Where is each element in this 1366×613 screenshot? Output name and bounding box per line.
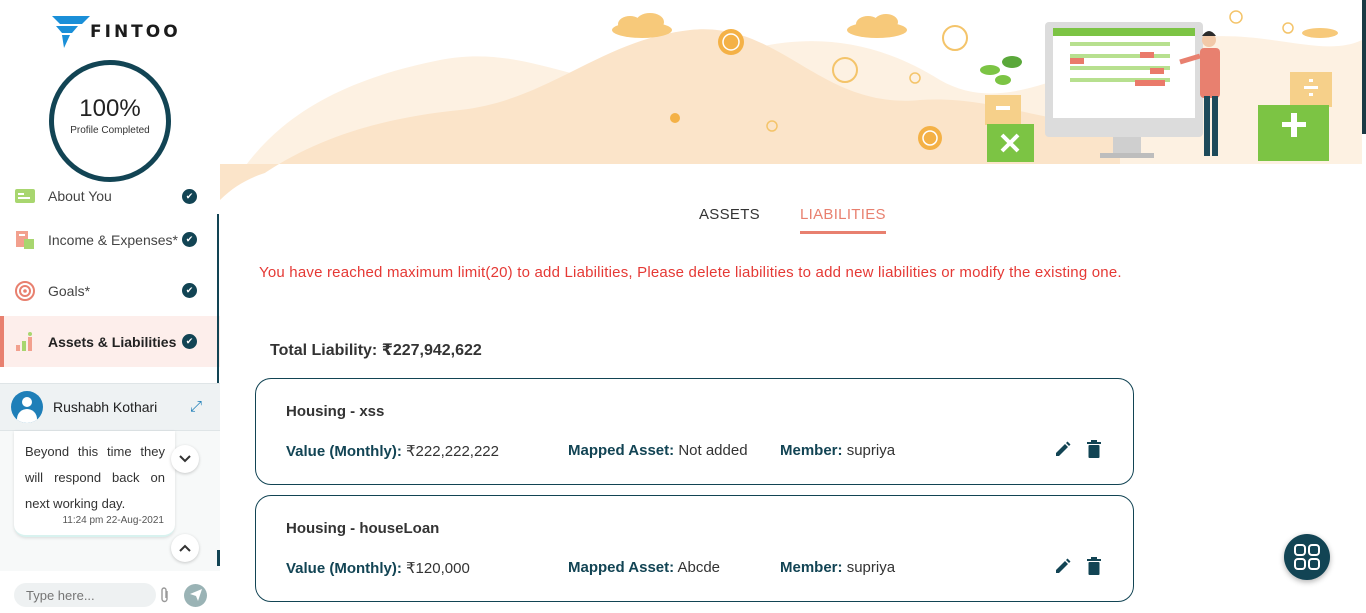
header-banner <box>220 0 1362 210</box>
page-scrollbar[interactable] <box>1362 0 1366 134</box>
liability-title: Housing - xss <box>286 403 385 420</box>
liability-member: Member: supriya <box>780 559 896 576</box>
sidebar: FINTOO 100% Profile Completed About You … <box>0 0 220 613</box>
quick-menu-button[interactable] <box>1284 534 1330 580</box>
assets-liabilities-icon <box>16 331 32 351</box>
divider <box>217 550 220 566</box>
chat-message-text: Beyond this time they will respond back … <box>25 444 165 511</box>
sidebar-item-about-you[interactable]: About You ✔ <box>0 178 220 214</box>
income-expenses-icon <box>16 230 34 249</box>
sidebar-item-label: Goals* <box>48 282 91 299</box>
liability-value: Value (Monthly): ₹222,222,222 <box>286 443 499 460</box>
chat-input-area <box>0 571 220 613</box>
liability-title: Housing - houseLoan <box>286 520 440 537</box>
sidebar-divider <box>217 214 219 384</box>
fintoo-logo-icon <box>52 16 90 48</box>
chat-header[interactable]: Rushabh Kothari ⤢ <box>0 383 220 431</box>
check-icon: ✔ <box>182 283 197 298</box>
profile-completion-ring: 100% Profile Completed <box>49 60 171 182</box>
liability-card[interactable]: Housing - xss Value (Monthly): ₹222,222,… <box>255 378 1134 485</box>
sidebar-item-label: Assets & Liabilities <box>48 333 177 350</box>
sidebar-item-assets-liabilities[interactable]: Assets & Liabilities ✔ <box>0 316 220 367</box>
paperclip-icon[interactable] <box>160 587 170 607</box>
tab-liabilities[interactable]: LIABILITIES <box>800 206 886 234</box>
check-icon: ✔ <box>182 232 197 247</box>
chat-agent-name: Rushabh Kothari <box>53 399 158 415</box>
check-icon: ✔ <box>182 188 197 204</box>
limit-warning: You have reached maximum limit(20) to ad… <box>259 264 1122 281</box>
sidebar-item-income-expenses[interactable]: Income & Expenses* ✔ <box>0 214 220 265</box>
liability-value: Value (Monthly): ₹120,000 <box>286 560 470 577</box>
liability-card[interactable]: Housing - houseLoan Value (Monthly): ₹12… <box>255 495 1134 602</box>
check-icon: ✔ <box>182 334 197 349</box>
total-liability: Total Liability: ₹227,942,622 <box>270 342 482 359</box>
goals-icon <box>15 280 35 301</box>
profile-percent: 100% <box>79 95 141 122</box>
edit-icon[interactable] <box>1053 558 1071 576</box>
chevron-down-icon[interactable] <box>171 445 199 473</box>
liability-mapped-asset: Mapped Asset: Abcde <box>568 559 721 576</box>
sidebar-item-goals[interactable]: Goals* ✔ <box>0 265 220 316</box>
about-you-icon <box>15 189 35 203</box>
finance-illustration <box>220 10 1362 210</box>
sidebar-item-label: About You <box>48 188 112 204</box>
edit-icon[interactable] <box>1053 441 1071 459</box>
grid-icon <box>1294 544 1320 570</box>
fintoo-logo[interactable]: FINTOO <box>52 16 181 48</box>
delete-icon[interactable] <box>1086 557 1102 575</box>
sidebar-menu: About You ✔ Income & Expenses* ✔ Goals* … <box>0 180 220 367</box>
liability-mapped-asset: Mapped Asset: Not added <box>568 442 748 459</box>
avatar <box>11 391 43 423</box>
chat-message-time: 11:24 pm 22-Aug-2021 <box>62 515 164 526</box>
chevron-up-icon[interactable] <box>171 534 199 562</box>
liability-member: Member: supriya <box>780 442 896 459</box>
chat-input[interactable] <box>14 583 156 607</box>
profile-label: Profile Completed <box>70 125 150 136</box>
expand-icon[interactable]: ⤢ <box>190 399 206 415</box>
brand-name: FINTOO <box>90 22 181 42</box>
tab-assets[interactable]: ASSETS <box>699 206 760 234</box>
delete-icon[interactable] <box>1086 440 1102 458</box>
asset-liability-tabs: ASSETS LIABILITIES <box>699 206 926 234</box>
chat-message-bubble: Beyond this time they will respond back … <box>14 431 175 537</box>
sidebar-item-label: Income & Expenses* <box>48 231 178 248</box>
send-icon[interactable] <box>184 584 207 607</box>
